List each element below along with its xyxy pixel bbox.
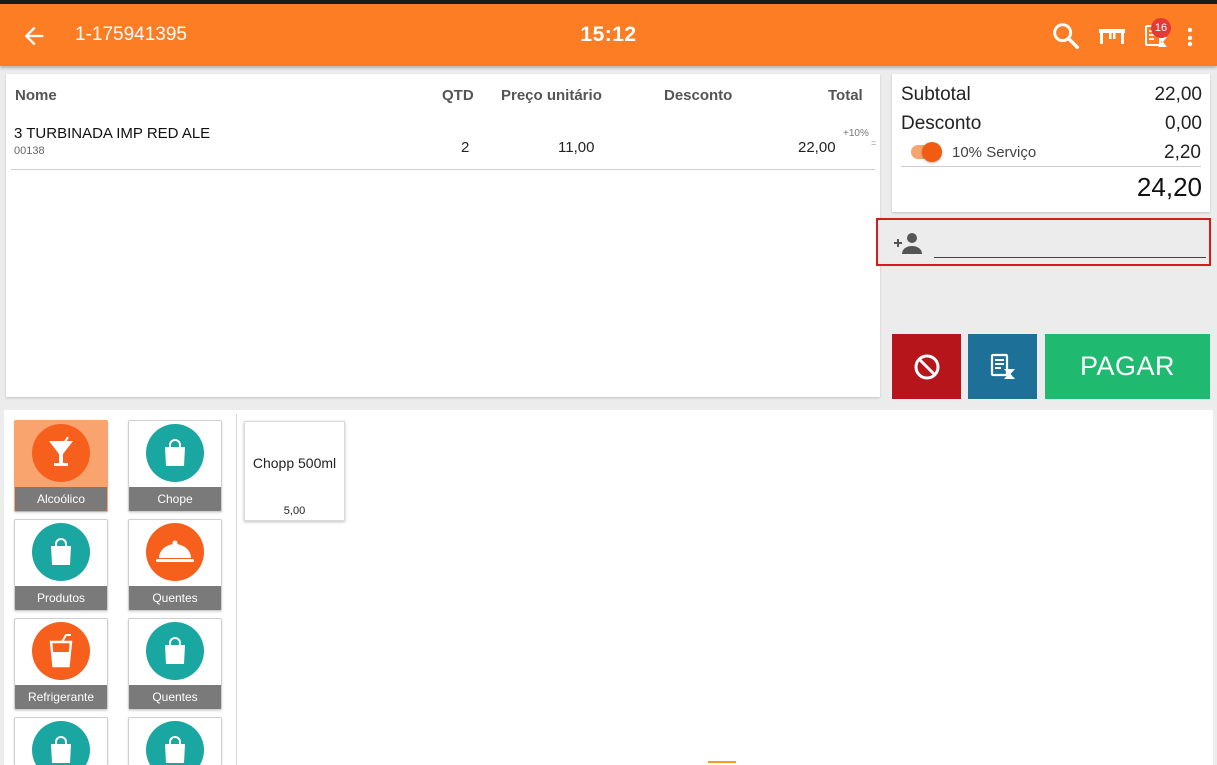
receipt-hourglass-icon — [990, 353, 1015, 379]
discount-value: 0,00 — [1165, 113, 1202, 134]
category-quentes-2[interactable]: Quentes — [128, 618, 222, 710]
top-app-bar: 1-175941395 15:12 16 — [0, 0, 1217, 66]
category-produtos[interactable]: Produtos — [14, 519, 108, 611]
category-label: Quentes — [129, 685, 221, 709]
category-icon-circle — [32, 622, 90, 680]
item-service-tax: +10% — [843, 128, 869, 139]
category-icon-circle — [146, 721, 204, 765]
column-header-unit-price: Preço unitário — [501, 87, 602, 104]
block-icon — [914, 354, 939, 379]
column-header-name: Nome — [15, 87, 57, 104]
shopping-bag-icon — [165, 439, 185, 466]
category-alcoolico[interactable]: Alcoólico — [14, 420, 108, 512]
column-header-qty: QTD — [442, 87, 474, 104]
summary-divider — [901, 166, 1201, 167]
food-cloche-icon — [156, 540, 194, 562]
column-header-total: Total — [828, 87, 863, 104]
order-id: 1-175941395 — [75, 24, 187, 45]
service-toggle-knob[interactable] — [922, 142, 942, 162]
service-value: 2,20 — [1164, 142, 1201, 163]
item-name: 3 TURBINADA IMP RED ALE — [14, 125, 211, 142]
shopping-bag-icon — [165, 736, 185, 763]
category-label: Produtos — [15, 586, 107, 610]
add-person-icon[interactable] — [892, 232, 924, 254]
customer-field-container — [876, 218, 1211, 266]
hold-order-button[interactable] — [968, 334, 1037, 399]
notification-badge: 16 — [1151, 18, 1171, 38]
order-items-table: Nome QTD Preço unitário Desconto Total 3… — [6, 74, 880, 397]
item-total: 22,00 — [798, 139, 836, 156]
discount-label: Desconto — [901, 113, 982, 134]
product-card[interactable]: Chopp 500ml 5,00 — [244, 421, 345, 521]
column-header-discount: Desconto — [664, 87, 733, 104]
product-price: 5,00 — [283, 505, 306, 517]
shopping-bag-icon — [51, 736, 71, 763]
category-icon-circle — [32, 523, 90, 581]
category-tile[interactable] — [128, 717, 222, 765]
category-label: Chope — [129, 487, 221, 511]
category-label: Quentes — [129, 586, 221, 610]
cocktail-icon — [49, 436, 73, 466]
table-row[interactable]: 3 TURBINADA IMP RED ALE 00138 2 11,00 22… — [11, 116, 877, 170]
search-icon[interactable] — [1050, 20, 1082, 52]
order-summary: Subtotal 22,00 Desconto 0,00 10% Serviço… — [892, 74, 1210, 212]
item-tax-suffix: = — [871, 138, 877, 148]
category-icon-circle — [146, 523, 204, 581]
product-name: Chopp 500ml — [252, 455, 337, 471]
table-icon[interactable] — [1096, 20, 1128, 52]
category-icon-circle — [32, 424, 90, 482]
category-label: Alcoólico — [15, 487, 107, 511]
cancel-order-button[interactable] — [892, 334, 961, 399]
back-arrow-icon[interactable] — [20, 22, 48, 50]
category-quentes[interactable]: Quentes — [128, 519, 222, 611]
soft-drink-icon — [49, 634, 73, 668]
category-tile[interactable] — [14, 717, 108, 765]
item-code: 00138 — [14, 145, 45, 157]
more-options-icon[interactable] — [1174, 20, 1206, 52]
shopping-bag-icon — [165, 637, 185, 664]
pay-button[interactable]: PAGAR — [1045, 334, 1210, 399]
category-chope[interactable]: Chope — [128, 420, 222, 512]
category-label: Refrigerante — [15, 685, 107, 709]
subtotal-label: Subtotal — [901, 84, 971, 105]
page-indicator — [708, 761, 736, 763]
catalog-divider — [236, 414, 237, 765]
shopping-bag-icon — [51, 538, 71, 565]
category-icon-circle — [32, 721, 90, 765]
customer-input[interactable] — [934, 228, 1206, 258]
item-unit-price: 11,00 — [558, 139, 595, 156]
category-icon-circle — [146, 424, 204, 482]
subtotal-value: 22,00 — [1154, 84, 1202, 105]
service-label: 10% Serviço — [952, 144, 1037, 161]
category-refrigerante[interactable]: Refrigerante — [14, 618, 108, 710]
grand-total: 24,20 — [1136, 172, 1202, 202]
item-qty: 2 — [461, 139, 470, 156]
category-icon-circle — [146, 622, 204, 680]
